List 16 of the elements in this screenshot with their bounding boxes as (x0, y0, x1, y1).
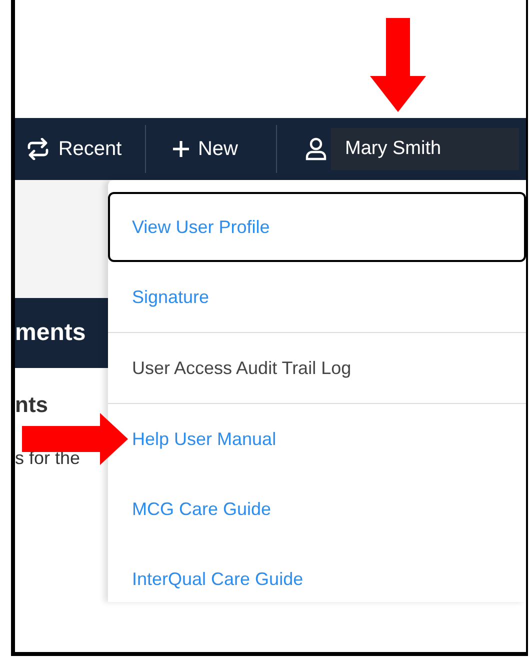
repeat-icon (26, 138, 50, 160)
user-menu-button[interactable]: Mary Smith (331, 128, 519, 170)
section-heading: nts (15, 391, 48, 419)
plus-icon (172, 140, 190, 158)
menu-item[interactable]: MCG Care Guide (132, 496, 272, 522)
banner-title: ments (15, 318, 86, 348)
menu-item[interactable]: Help User Manual (132, 426, 276, 452)
menu-item[interactable]: InterQual Care Guide (132, 566, 304, 592)
menu-item[interactable]: Signature (132, 284, 210, 310)
body-text: s for the (15, 447, 80, 470)
menu-item[interactable]: View User Profile (132, 214, 270, 240)
down-arrow-icon (370, 18, 426, 112)
nav-button[interactable]: New (146, 134, 276, 164)
user-icon (305, 137, 327, 161)
nav-button[interactable]: Recent (15, 134, 145, 164)
right-arrow-icon (22, 413, 128, 465)
